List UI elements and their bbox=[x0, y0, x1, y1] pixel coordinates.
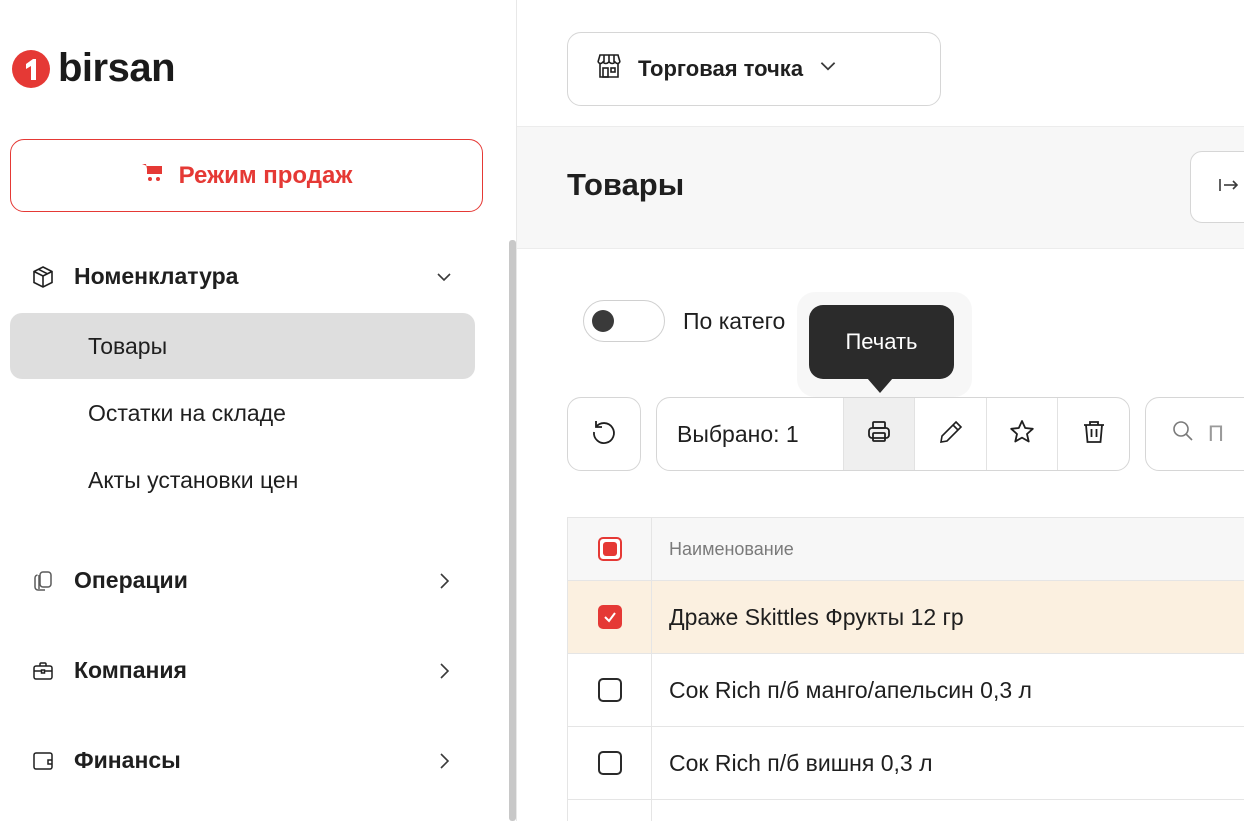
row-checkbox[interactable] bbox=[597, 605, 622, 629]
nav-section-finance[interactable]: Финансы bbox=[30, 747, 455, 774]
delete-button[interactable] bbox=[1057, 398, 1129, 470]
bulk-actions-group: Выбрано: 1 bbox=[656, 397, 1130, 471]
sidebar: birsan Режим продаж Номенклатура Товары … bbox=[0, 0, 486, 821]
logo-mark-icon bbox=[12, 49, 50, 88]
category-filter: По катего bbox=[583, 300, 785, 342]
print-icon bbox=[866, 419, 892, 450]
print-tooltip: Печать bbox=[809, 305, 954, 379]
row-checkbox-cell bbox=[568, 581, 652, 653]
copy-icon bbox=[30, 568, 56, 594]
nav-section-company[interactable]: Компания bbox=[30, 657, 455, 684]
star-icon bbox=[1008, 418, 1036, 451]
nav-section-label: Операции bbox=[74, 567, 188, 593]
wallet-icon bbox=[30, 748, 56, 774]
print-button[interactable] bbox=[842, 398, 915, 470]
product-name: Драже Skittles Фрукты 12 гр bbox=[669, 603, 964, 630]
page-title: Товары bbox=[567, 167, 685, 202]
chevron-right-icon[interactable] bbox=[433, 660, 455, 682]
column-header-name[interactable]: Наименование bbox=[652, 518, 1244, 580]
check-icon bbox=[603, 612, 616, 623]
row-checkbox-cell bbox=[568, 727, 652, 799]
box-icon bbox=[30, 264, 56, 290]
sidebar-item-label: Товары bbox=[88, 332, 168, 359]
logo[interactable]: birsan bbox=[12, 46, 176, 91]
sidebar-item-label: Остатки на складе bbox=[88, 399, 286, 426]
logo-text: birsan bbox=[58, 46, 176, 90]
refresh-button[interactable] bbox=[567, 397, 641, 471]
nav-section-label: Финансы bbox=[74, 747, 181, 773]
sidebar-scrollbar[interactable] bbox=[509, 240, 516, 821]
table-row[interactable] bbox=[567, 800, 1244, 821]
refresh-icon bbox=[590, 418, 618, 451]
row-checkbox[interactable] bbox=[597, 751, 622, 775]
category-toggle[interactable] bbox=[583, 300, 665, 342]
chevron-right-icon[interactable] bbox=[433, 570, 455, 592]
store-select[interactable]: Торговая точка bbox=[567, 32, 941, 106]
search-placeholder: П bbox=[1208, 421, 1224, 446]
nav-section-nomenclature[interactable]: Номенклатура bbox=[30, 263, 455, 290]
favorite-button[interactable] bbox=[985, 398, 1058, 470]
panel-toggle-button[interactable] bbox=[1190, 151, 1244, 223]
selected-count: Выбрано: 1 bbox=[677, 420, 799, 447]
products-table: Наименование Драже Skittles Фрукты 12 гр… bbox=[567, 517, 1244, 821]
nav-section-operations[interactable]: Операции bbox=[30, 567, 455, 594]
tooltip-arrow bbox=[867, 378, 893, 393]
table-header-row: Наименование bbox=[567, 517, 1244, 581]
briefcase-icon bbox=[30, 658, 56, 684]
sidebar-item-label: Акты установки цен bbox=[88, 466, 299, 493]
arrow-to-right-icon bbox=[1217, 173, 1241, 202]
chevron-right-icon[interactable] bbox=[433, 750, 455, 772]
table-row[interactable]: Сок Rich п/б манго/апельсин 0,3 л bbox=[567, 654, 1244, 727]
nav-section-label: Компания bbox=[74, 657, 187, 683]
table-row[interactable]: Драже Skittles Фрукты 12 гр bbox=[567, 581, 1244, 654]
table-row[interactable]: Сок Rich п/б вишня 0,3 л bbox=[567, 727, 1244, 800]
store-select-label: Торговая точка bbox=[638, 56, 804, 81]
chevron-down-icon bbox=[817, 55, 839, 83]
titlebar: Товары bbox=[517, 127, 1244, 249]
chevron-down-icon[interactable] bbox=[433, 266, 455, 288]
trash-icon bbox=[1081, 419, 1107, 450]
sales-mode-button[interactable]: Режим продаж bbox=[10, 139, 483, 212]
toggle-knob bbox=[592, 310, 614, 332]
partial-fill bbox=[602, 542, 617, 556]
header-checkbox-cell bbox=[568, 518, 652, 580]
category-toggle-label: По катего bbox=[683, 307, 786, 334]
select-all-checkbox[interactable] bbox=[597, 537, 622, 561]
nav-section-label: Номенклатура bbox=[74, 263, 239, 289]
product-name: Сок Rich п/б вишня 0,3 л bbox=[669, 749, 933, 776]
topbar: Торговая точка bbox=[517, 0, 1244, 127]
edit-icon bbox=[938, 419, 964, 450]
sidebar-item-price-acts[interactable]: Акты установки цен bbox=[10, 447, 475, 513]
search-icon bbox=[1172, 420, 1194, 448]
row-checkbox[interactable] bbox=[597, 678, 622, 702]
edit-button[interactable] bbox=[914, 398, 986, 470]
sidebar-item-products[interactable]: Товары bbox=[10, 313, 475, 379]
cart-icon bbox=[141, 161, 165, 190]
sales-mode-label: Режим продаж bbox=[178, 161, 353, 189]
store-icon bbox=[594, 51, 624, 87]
product-name: Сок Rich п/б манго/апельсин 0,3 л bbox=[669, 676, 1032, 703]
sidebar-item-stock[interactable]: Остатки на складе bbox=[10, 380, 475, 446]
row-checkbox-cell bbox=[568, 800, 652, 821]
product-name bbox=[652, 800, 1244, 821]
row-checkbox-cell bbox=[568, 654, 652, 726]
search-input[interactable]: П bbox=[1145, 397, 1244, 471]
